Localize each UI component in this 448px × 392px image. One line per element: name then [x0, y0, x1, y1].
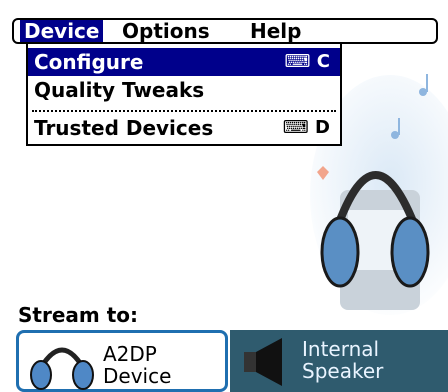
menu-options[interactable]: Options: [118, 20, 214, 42]
menu-item-quality-tweaks[interactable]: Quality Tweaks: [28, 76, 340, 104]
menu-bar: Device Options Help: [12, 18, 438, 44]
command-stroke-icon: ⌨: [282, 117, 309, 138]
shortcut-hint: ⌨ D: [282, 117, 330, 138]
a2dp-label: A2DP Device: [103, 342, 172, 388]
menu-item-configure[interactable]: Configure ⌨ C: [28, 48, 340, 76]
menu-item-label: Configure: [34, 50, 144, 74]
menu-device[interactable]: Device: [20, 20, 104, 42]
device-menu-dropdown: Configure ⌨ C Quality Tweaks Trusted Dev…: [26, 44, 342, 146]
menu-item-label: Quality Tweaks: [34, 78, 205, 102]
shortcut-hint: ⌨ C: [284, 51, 330, 72]
stream-to-label: Stream to:: [18, 303, 138, 327]
internal-speaker-button[interactable]: Internal Speaker: [230, 330, 448, 392]
speaker-icon: [244, 338, 282, 386]
headphones-icon: [30, 347, 94, 390]
menu-item-label: Trusted Devices: [34, 116, 214, 140]
speaker-label: Internal Speaker: [302, 337, 384, 383]
menu-item-trusted-devices[interactable]: Trusted Devices ⌨ D: [28, 114, 340, 142]
menu-help[interactable]: Help: [246, 20, 305, 42]
command-stroke-icon: ⌨: [284, 51, 311, 72]
a2dp-device-button[interactable]: A2DP Device: [16, 330, 228, 392]
menu-separator: [32, 110, 336, 112]
